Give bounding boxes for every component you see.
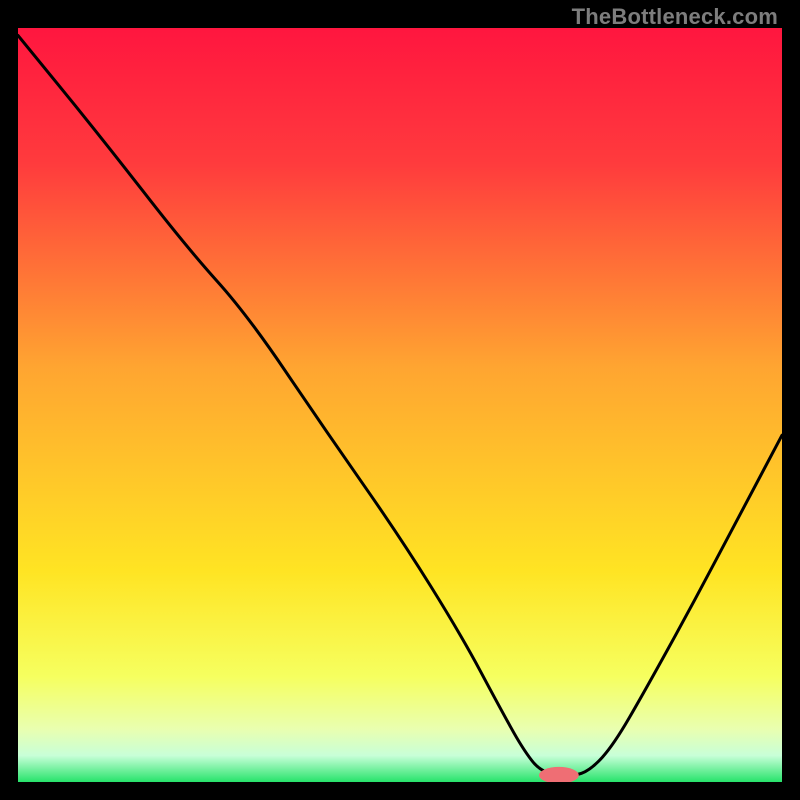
chart-frame (18, 28, 782, 782)
bottleneck-chart (18, 28, 782, 782)
watermark-text: TheBottleneck.com (572, 4, 778, 30)
gradient-background (18, 28, 782, 782)
